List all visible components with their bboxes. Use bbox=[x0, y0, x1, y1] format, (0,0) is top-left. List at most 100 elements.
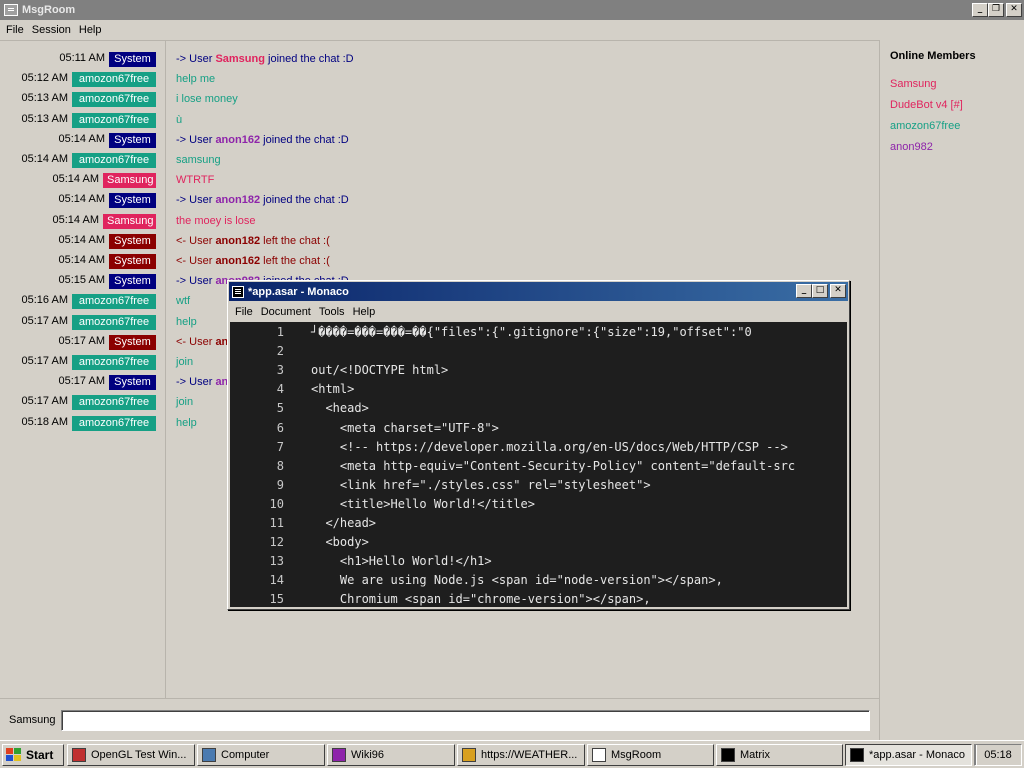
message-text: help bbox=[176, 316, 197, 328]
restore-button[interactable]: ❐ bbox=[988, 3, 1004, 17]
line-number: 12 bbox=[269, 535, 284, 550]
message-timestamp: 05:12 AM bbox=[21, 72, 68, 85]
monaco-title: *app.asar - Monaco bbox=[248, 285, 349, 298]
computer-icon bbox=[202, 748, 216, 762]
message-fragment: i lose money bbox=[176, 93, 238, 106]
monaco-close-button[interactable]: ✕ bbox=[830, 284, 846, 298]
taskbar-button[interactable]: Computer bbox=[197, 744, 325, 766]
chat-log-divider bbox=[165, 40, 166, 698]
message-user-badge[interactable]: System bbox=[109, 193, 156, 209]
message-input[interactable] bbox=[61, 710, 870, 731]
taskbar-button-label: OpenGL Test Win... bbox=[91, 749, 187, 761]
message-user-badge[interactable]: amozon67free bbox=[72, 92, 156, 108]
message-user-badge[interactable]: amozon67free bbox=[72, 112, 156, 128]
online-member[interactable]: amozon67free bbox=[890, 120, 960, 132]
message-user-badge[interactable]: System bbox=[109, 254, 156, 269]
message-timestamp: 05:14 AM bbox=[58, 193, 105, 206]
taskbar-button[interactable]: *app.asar - Monaco bbox=[845, 744, 972, 766]
code-line: 10 <title>Hello World!</title> bbox=[230, 495, 847, 514]
message-fragment: joined the chat :D bbox=[260, 194, 349, 207]
code-text: Chromium <span id="chrome-version"></spa… bbox=[311, 592, 651, 607]
terminal-icon bbox=[721, 748, 735, 762]
message-user-badge[interactable]: amozon67free bbox=[72, 314, 156, 330]
code-text: We are using Node.js <span id="node-vers… bbox=[311, 573, 723, 588]
msgroom-titlebar[interactable]: MsgRoom _ ❐ ✕ bbox=[0, 0, 1024, 20]
code-text: </head> bbox=[311, 516, 377, 530]
code-text: <title>Hello World!</title> bbox=[311, 496, 535, 511]
message-user-badge[interactable]: System bbox=[109, 274, 156, 290]
monaco-minimize-button[interactable]: _ bbox=[796, 284, 812, 298]
start-button[interactable]: Start bbox=[2, 744, 64, 766]
message-text: join bbox=[176, 396, 193, 408]
line-number: 11 bbox=[269, 516, 284, 530]
monaco-maximize-button[interactable]: □ bbox=[812, 284, 828, 298]
message-fragment: ù bbox=[176, 113, 183, 126]
monaco-window[interactable]: *app.asar - Monaco _ □ ✕ File Document T… bbox=[227, 280, 850, 610]
message-fragment: -> User bbox=[176, 376, 216, 389]
message-user-badge[interactable]: amozon67free bbox=[72, 153, 156, 168]
code-text: <meta http-equiv="Content-Security-Polic… bbox=[311, 458, 796, 473]
message-fragment: <- User bbox=[176, 335, 216, 348]
message-user-badge[interactable]: System bbox=[109, 52, 156, 67]
message-fragment: left the chat :( bbox=[260, 234, 330, 247]
message-text: <- User anon162 left the chat :( bbox=[176, 255, 330, 267]
message-timestamp: 05:17 AM bbox=[21, 314, 68, 327]
minimize-button[interactable]: _ bbox=[972, 3, 988, 17]
message-user-badge[interactable]: System bbox=[109, 334, 156, 350]
monaco-menu-file[interactable]: File bbox=[231, 302, 257, 322]
online-members-heading: Online Members bbox=[890, 50, 976, 62]
monaco-menu-help[interactable]: Help bbox=[349, 302, 380, 322]
taskbar-button[interactable]: https://WEATHER... bbox=[457, 744, 585, 766]
message-user-badge[interactable]: amozon67free bbox=[72, 72, 156, 88]
line-number: 7 bbox=[276, 439, 284, 454]
menu-help[interactable]: Help bbox=[75, 20, 106, 40]
menu-file[interactable]: File bbox=[2, 20, 28, 40]
chat-message: 05:12 AM amozon67free help me bbox=[0, 69, 880, 89]
message-user-badge[interactable]: Samsung bbox=[103, 173, 156, 189]
message-timestamp: 05:18 AM bbox=[21, 415, 68, 428]
message-fragment: joined the chat :D bbox=[260, 133, 349, 146]
code-text: <body> bbox=[311, 535, 369, 550]
message-input-bar: Samsung bbox=[0, 698, 880, 740]
code-line: 11 </head> bbox=[230, 514, 847, 533]
code-text: <head> bbox=[311, 401, 369, 416]
message-user-badge[interactable]: System bbox=[109, 375, 156, 391]
message-user-badge[interactable]: System bbox=[109, 233, 156, 249]
online-member[interactable]: anon982 bbox=[890, 141, 933, 153]
close-button[interactable]: ✕ bbox=[1006, 3, 1022, 17]
chat-message: 05:14 AM amozon67free samsung bbox=[0, 150, 880, 170]
code-text: <!-- https://developer.mozilla.org/en-US… bbox=[311, 439, 788, 454]
code-line: 15 Chromium <span id="chrome-version"></… bbox=[230, 590, 847, 607]
code-line: 9 <link href="./styles.css" rel="stylesh… bbox=[230, 476, 847, 495]
code-editor[interactable]: 1 ┘����=���=���=��{"files":{".gitignore":… bbox=[230, 322, 847, 607]
msgroom-menubar: File Session Help bbox=[0, 20, 1024, 40]
message-fragment: join bbox=[176, 356, 194, 368]
message-user-badge[interactable]: amozon67free bbox=[72, 355, 156, 370]
taskbar-button[interactable]: Matrix bbox=[716, 744, 843, 766]
msgroom-title: MsgRoom bbox=[22, 4, 76, 16]
opengl-icon bbox=[72, 748, 86, 762]
message-fragment: -> User bbox=[176, 194, 216, 207]
taskbar-button-label: Wiki96 bbox=[351, 749, 385, 761]
chat-icon bbox=[592, 748, 606, 762]
taskbar-button[interactable]: OpenGL Test Win... bbox=[67, 744, 195, 766]
online-member[interactable]: Samsung bbox=[890, 78, 936, 90]
message-user-badge[interactable]: amozon67free bbox=[72, 395, 156, 411]
monaco-menu-document[interactable]: Document bbox=[257, 302, 315, 322]
message-timestamp: 05:13 AM bbox=[21, 92, 68, 105]
monaco-titlebar[interactable]: *app.asar - Monaco _ □ ✕ bbox=[229, 282, 848, 301]
message-text: samsung bbox=[176, 154, 221, 166]
message-user-badge[interactable]: Samsung bbox=[103, 213, 156, 229]
message-user-badge[interactable]: System bbox=[109, 132, 156, 148]
message-user-badge[interactable]: amozon67free bbox=[72, 294, 156, 310]
taskbar-button[interactable]: Wiki96 bbox=[327, 744, 455, 766]
editor-icon bbox=[232, 285, 244, 298]
menu-session[interactable]: Session bbox=[28, 20, 75, 40]
message-user-badge[interactable]: amozon67free bbox=[72, 415, 156, 431]
monaco-menu-tools[interactable]: Tools bbox=[315, 302, 349, 322]
taskbar-button[interactable]: MsgRoom bbox=[587, 744, 714, 766]
message-fragment: help bbox=[176, 416, 197, 429]
online-member[interactable]: DudeBot v4 [#] bbox=[890, 99, 963, 111]
message-fragment: left the chat :( bbox=[260, 255, 330, 267]
message-username: anon162 bbox=[215, 255, 261, 267]
